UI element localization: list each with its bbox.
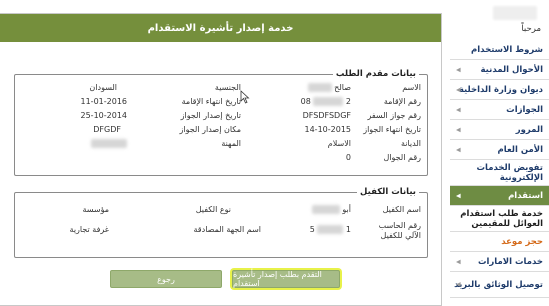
iqama-expiry-label: تاريخ انتهاء الإقامة [181, 97, 241, 106]
sponsor-type-label: نوع الكفيل [195, 205, 231, 214]
sponsor-computer-no-label-text: رقم الحاسب الآلي للكفيل [378, 221, 421, 240]
iqama-label: رقم الإقامة [383, 97, 421, 106]
sidebar-item-label: شروط الاستخدام [471, 44, 543, 55]
greeting: مرحباً [521, 24, 541, 34]
passport-issue-label: تاريخ إصدار الجواز [180, 111, 241, 120]
iqama-value-start: 2 [345, 97, 351, 106]
chevron-left-icon: ◀ [456, 86, 461, 93]
back-button[interactable]: رجوع [110, 270, 222, 288]
sidebar-item-4[interactable]: ◀ المرور [450, 120, 549, 140]
passport-expiry-value: 14-10-2015 [304, 125, 352, 134]
sidebar-item-6[interactable]: تفويض الخدمات الإلكترونية [450, 160, 549, 186]
sponsor-computer-no-label: رقم الحاسب الآلي للكفيل [363, 221, 421, 241]
sidebar-item-2[interactable]: ◀ ديوان وزارة الداخلية [450, 80, 549, 100]
sponsor-computer-no-value: 1 5 [310, 225, 351, 234]
visa-service-panel: خدمة إصدار تأشيرة الاستقدام بيانات مقدم … [0, 13, 442, 306]
sidebar-item-label: حجز موعد [501, 236, 543, 247]
sidebar-item-3[interactable]: ◀ الجوازات [450, 100, 549, 120]
sidebar-item-label: خدمة طلب استقدام العوائل للمقيمين [460, 208, 543, 229]
sidebar-item-8[interactable]: خدمة طلب استقدام العوائل للمقيمين [450, 206, 549, 232]
sidebar-item-label: توصيل الوثائق بالبريد [454, 279, 543, 290]
name-value-text: صالح [334, 83, 351, 92]
passport-place-value: DFGDF [93, 125, 121, 134]
passport-place-label: مكان إصدار الجواز [179, 125, 241, 134]
sidebar-item-10[interactable]: ◀ خدمات الامارات [450, 252, 549, 272]
mobile-value: 0 [345, 153, 351, 162]
submit-visa-request-button[interactable]: التقدم بطلب إصدار تأشيرة استقدام [232, 270, 340, 288]
sponsor-name-redacted [311, 205, 340, 214]
chevron-left-icon: ◀ [456, 126, 461, 133]
chevron-left-icon: ◀ [456, 66, 461, 73]
sidebar-item-label: خدمات الامارات [477, 256, 543, 267]
sidebar-item-7[interactable]: ◀ استقدام [450, 186, 549, 206]
iqama-redacted [313, 97, 344, 106]
sponsor-name-label: اسم الكفيل [382, 205, 421, 214]
sponsor-section: بيانات الكفيل اسم الكفيل رقم الحاسب الآل… [14, 187, 428, 258]
profession-label: المهنة [221, 139, 241, 148]
name-label: الاسم [402, 83, 421, 92]
applicant-legend: بيانات مقدم الطلب [332, 69, 419, 79]
nationality-value: السودان [89, 83, 117, 92]
approving-party-value: غرفة تجارية [69, 225, 109, 234]
sidebar-item-label: الأحوال المدنية [480, 64, 543, 75]
sidebar-item-label: المرور [515, 124, 543, 135]
sidebar-item-0[interactable]: شروط الاستخدام [450, 40, 549, 60]
sponsor-name-value: أبو [311, 205, 351, 214]
chevron-left-icon: ◀ [456, 258, 461, 265]
mouse-cursor-icon [240, 90, 250, 104]
sponsor-legend: بيانات الكفيل [357, 187, 419, 197]
chevron-left-icon: ◀ [456, 146, 461, 153]
sidebar-item-label: استقدام [508, 190, 543, 201]
profession-redacted [91, 139, 127, 148]
sidebar-menu: شروط الاستخدام ◀ الأحوال المدنية ◀ ديوان وزا… [450, 40, 549, 298]
passport-issue-value: 25-10-2014 [80, 111, 128, 120]
mobile-label: رقم الجوال [383, 153, 421, 162]
sponsor-computer-no-end: 5 [309, 225, 315, 234]
iqama-value: 2 08 [301, 97, 351, 106]
sidebar-item-1[interactable]: ◀ الأحوال المدنية [450, 60, 549, 80]
passport-value: DFSDFSDGF [302, 111, 351, 120]
chevron-left-icon: ◀ [456, 192, 461, 199]
name-value: صالح [307, 83, 351, 92]
sidebar-item-5[interactable]: ◀ الأمن العام [450, 140, 549, 160]
iqama-expiry-value: 11-01-2016 [80, 97, 128, 106]
sidebar-item-label: تفويض الخدمات الإلكترونية [476, 162, 543, 183]
name-redacted [307, 83, 332, 92]
sponsor-computer-no-start: 1 [345, 225, 351, 234]
chevron-left-icon: ◀ [456, 106, 461, 113]
profession-value [91, 139, 127, 148]
nationality-label: الجنسية [214, 83, 241, 92]
sponsor-computer-no-redacted [317, 225, 344, 234]
sponsor-name-value-text: أبو [342, 205, 351, 214]
sidebar-item-9[interactable]: حجز موعد [450, 232, 549, 252]
religion-value: الاسلام [327, 139, 351, 148]
user-name-redacted [493, 6, 537, 20]
sidebar: مرحباً شروط الاستخدام ◀ الأحوال المدنية ◀ دي… [450, 0, 549, 306]
sidebar-item-11[interactable]: ◀ توصيل الوثائق بالبريد [450, 272, 549, 298]
applicant-section: بيانات مقدم الطلب الاسم رقم الإقامة رقم … [14, 69, 428, 176]
iqama-value-end: 08 [300, 97, 311, 106]
sponsor-type-value: مؤسسة [82, 205, 109, 214]
religion-label: الديانة [400, 139, 421, 148]
passport-expiry-label: تاريخ انتهاء الجواز [363, 125, 421, 134]
sidebar-item-label: ديوان وزارة الداخلية [458, 84, 543, 95]
chevron-left-icon: ◀ [456, 280, 461, 288]
sidebar-item-label: الجوازات [506, 104, 543, 115]
sidebar-item-label: الأمن العام [497, 144, 543, 155]
panel-title: خدمة إصدار تأشيرة الاستقدام [0, 14, 441, 42]
passport-label: رقم جواز السفر [367, 111, 421, 120]
approving-party-label: اسم الجهة المصادقة [193, 225, 261, 234]
